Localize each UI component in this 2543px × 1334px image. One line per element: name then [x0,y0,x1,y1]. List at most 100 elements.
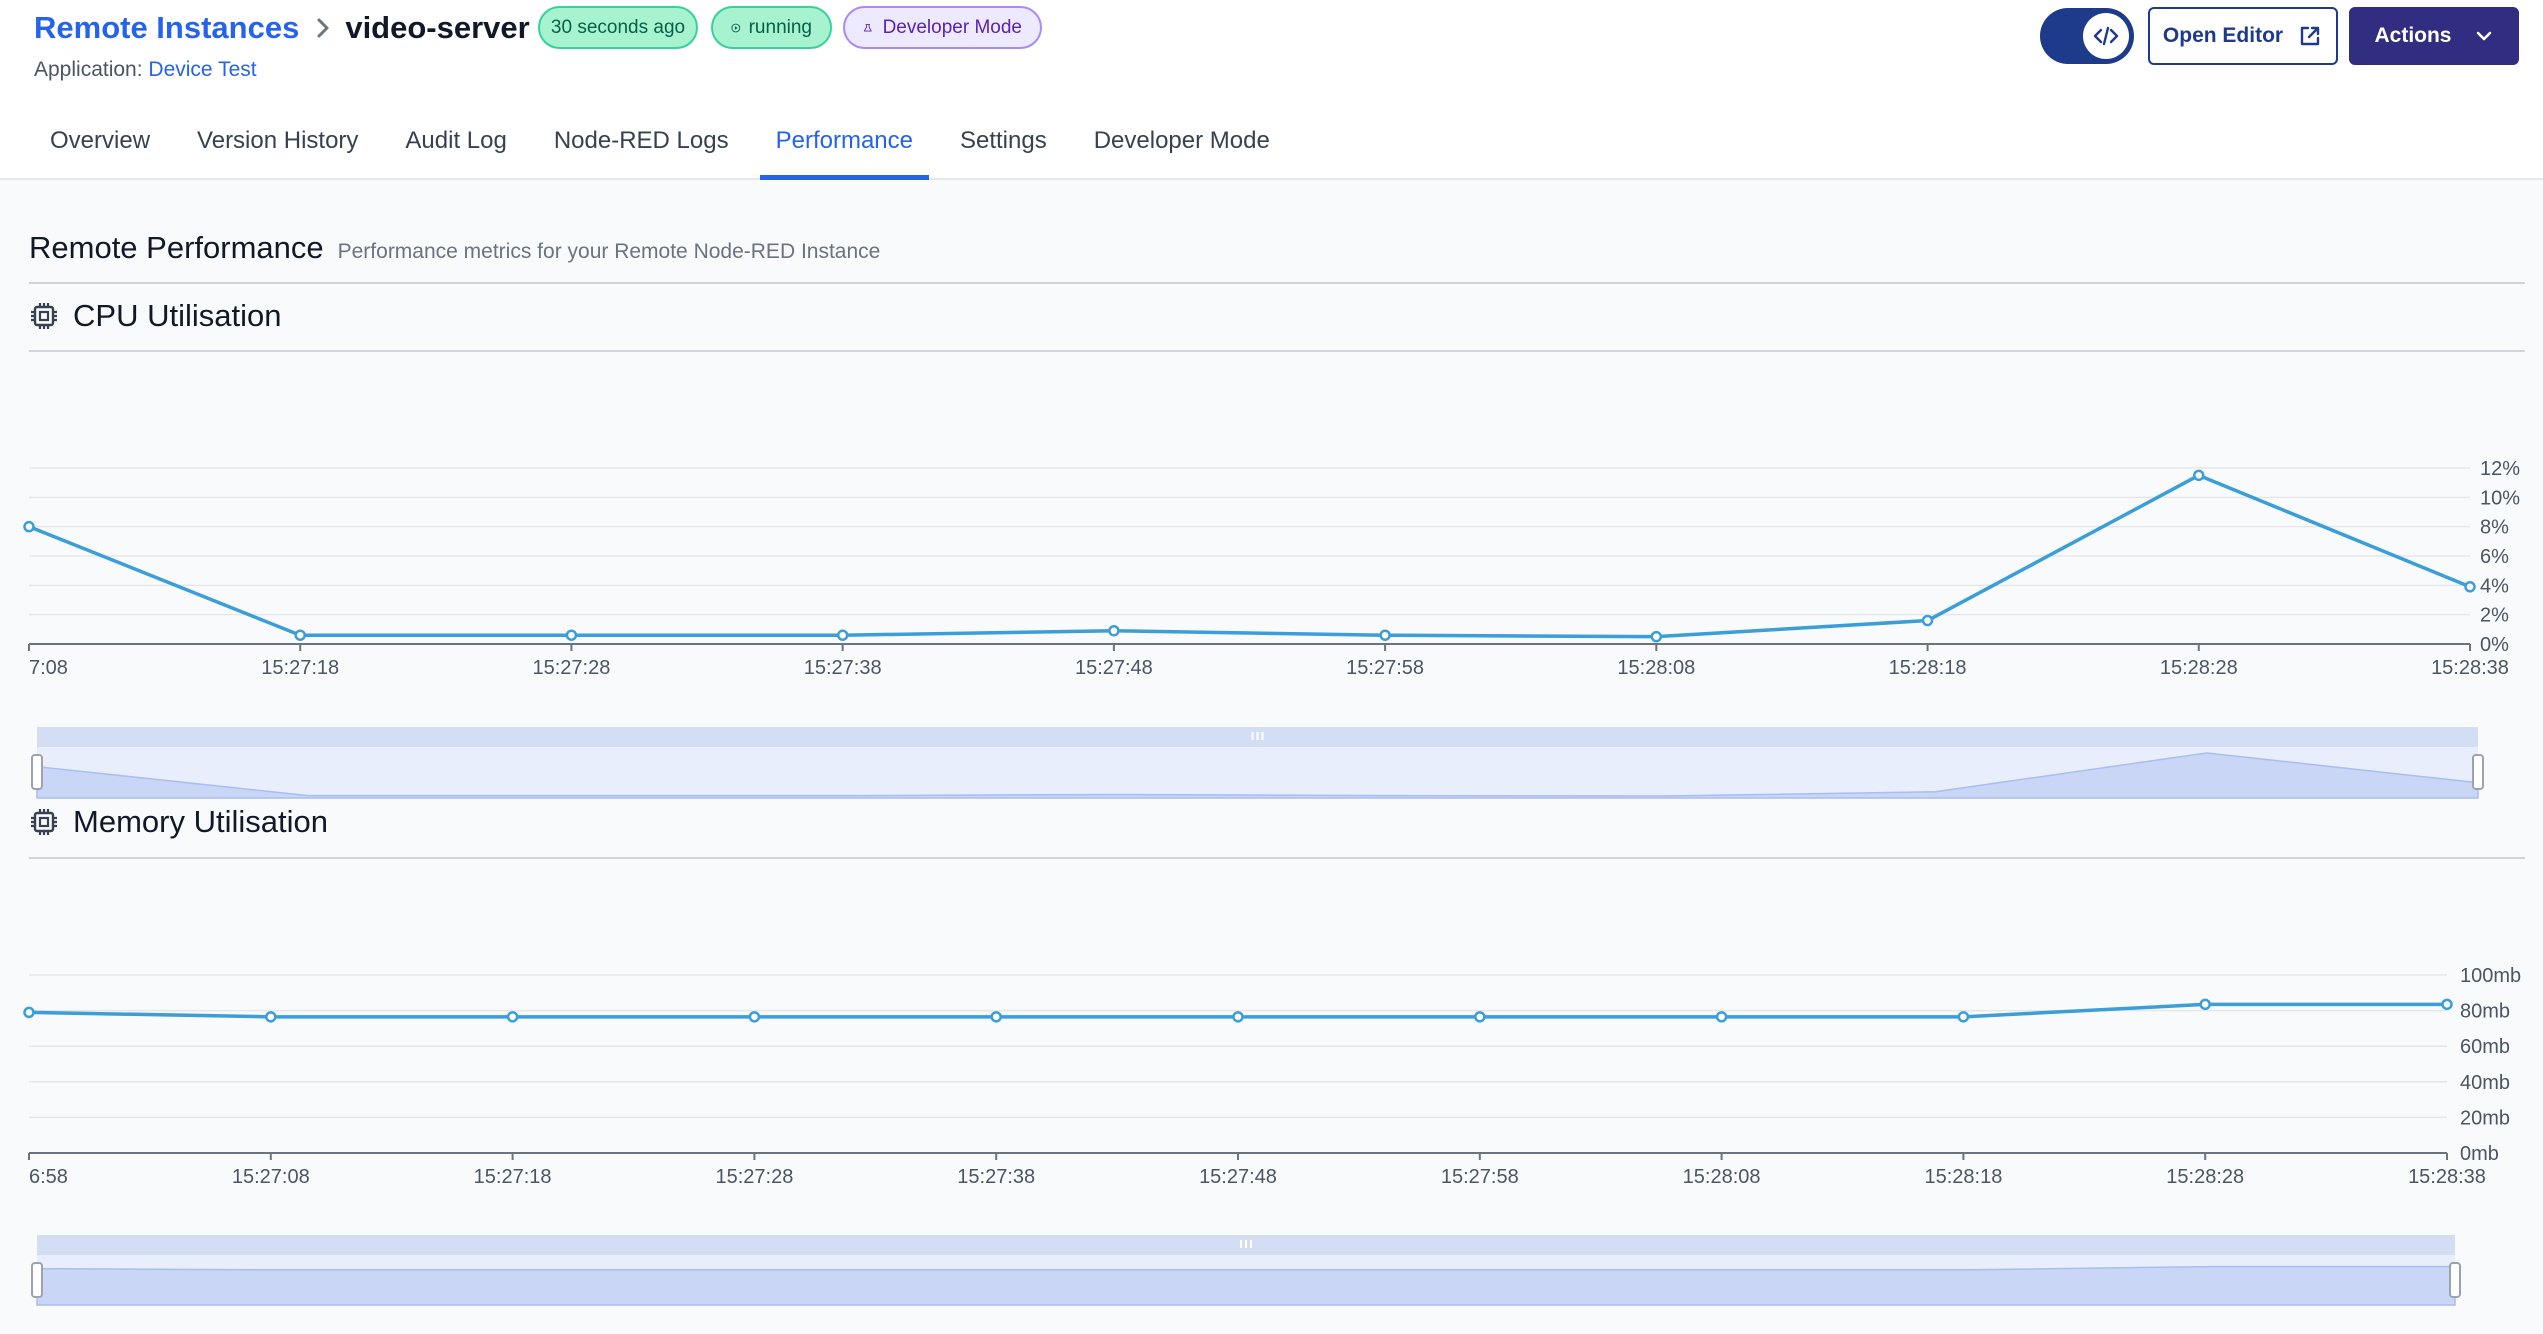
data-point[interactable] [748,1011,761,1023]
data-point[interactable] [565,629,578,641]
cpu-utilisation-chart[interactable]: 0% 2% 4% 6% 8% 10% 12% 7:08 15:27:18 15:27:28 15:2… [0,400,2543,840]
data-point[interactable] [1921,614,1934,627]
data-point[interactable] [1108,625,1120,637]
y-tick-label: 80mb [2460,1001,2510,1023]
x-tick-label: 15:27:38 [804,657,882,679]
chevron-down-icon [2476,31,2491,41]
x-tick-label: 15:28:18 [1924,1166,2002,1188]
x-tick-label: 15:27:58 [1346,657,1424,679]
cpu-chip-icon [31,809,57,835]
y-tick-label: 6% [2480,546,2509,568]
developer-mode-text: Developer Mode [882,16,1022,38]
tab-overview[interactable]: Overview [34,118,166,180]
section-divider [29,282,2525,284]
zoom-handle-right[interactable] [2472,754,2484,790]
data-point[interactable] [506,1011,519,1023]
cpu-chart-header: CPU Utilisation [29,298,281,334]
x-tick-label: 15:28:28 [2160,657,2238,679]
open-editor-label: Open Editor [2162,24,2284,47]
y-tick-label: 10% [2480,487,2520,509]
data-point[interactable] [990,1011,1002,1023]
x-tick-label: 15:27:58 [1441,1166,1519,1188]
x-tick-label: 15:28:18 [1889,657,1967,679]
x-tick-label: 15:27:48 [1199,1166,1277,1188]
data-point[interactable] [2199,998,2211,1011]
data-point[interactable] [2193,469,2205,482]
x-tick-label: 15:28:08 [1617,657,1695,679]
y-tick-label: 12% [2480,458,2520,480]
instance-name: video-server [345,10,530,45]
actions-dropdown-button[interactable]: Actions [2349,7,2519,65]
memory-chart-divider [29,857,2525,859]
data-point[interactable] [1650,630,1663,643]
tab-settings[interactable]: Settings [944,118,1063,180]
data-point[interactable] [294,629,306,641]
cpu-chart-title: CPU Utilisation [73,298,282,333]
memory-chart-header: Memory Utilisation [29,804,328,840]
code-bracket-icon [2093,26,2119,46]
data-point[interactable] [1232,1011,1244,1023]
data-point[interactable] [2441,998,2453,1011]
app-root: Remote Instances video-server 30 seconds… [0,0,2543,1334]
data-point[interactable] [1379,629,1391,641]
external-link-icon [2300,26,2320,46]
developer-mode-badge: Developer Mode [843,6,1042,49]
actions-label: Actions [2374,24,2452,47]
y-tick-label: 20mb [2460,1107,2510,1129]
breadcrumb: Remote Instances video-server [34,6,530,50]
data-point[interactable] [23,1006,35,1019]
tab-node-red-logs[interactable]: Node-RED Logs [538,118,745,180]
application-label: Application: [34,58,143,81]
x-tick-label: 15:28:08 [1683,1166,1761,1188]
x-tick-label: 15:27:18 [261,657,339,679]
y-tick-label: 2% [2480,605,2509,627]
data-point[interactable] [2464,581,2476,593]
breadcrumb-remote-instances-link[interactable]: Remote Instances [34,10,299,46]
tab-performance[interactable]: Performance [759,118,929,180]
page-title: Remote Performance [29,230,324,265]
tab-audit-log[interactable]: Audit Log [389,118,522,180]
memory-chart-title: Memory Utilisation [73,804,328,839]
y-tick-label: 4% [2480,575,2509,597]
x-tick-label: 15:27:48 [1075,657,1153,679]
zoom-handle-left[interactable] [31,754,43,790]
y-tick-label: 60mb [2460,1036,2510,1058]
cpu-chart-divider [29,350,2525,352]
y-tick-label: 8% [2480,517,2509,539]
data-point[interactable] [836,629,849,641]
last-seen-text: 30 seconds ago [550,16,686,38]
x-tick-label: 15:27:38 [957,1166,1035,1188]
zoom-preview-area [36,1265,2456,1306]
y-tick-label: 0mb [2460,1143,2499,1165]
toggle-knob [2083,13,2129,59]
x-tick-label: 15:28:28 [2166,1166,2244,1188]
play-circle-icon [731,23,741,32]
open-editor-button[interactable]: Open Editor [2148,7,2338,65]
memory-utilisation-chart[interactable]: 0mb 20mb 40mb 60mb 80mb 100mb 6:58 15:27:08 15:2… [0,909,2543,1334]
zoom-handle-left[interactable] [31,1262,43,1298]
y-tick-label: 100mb [2460,965,2521,987]
y-tick-label: 40mb [2460,1072,2510,1094]
data-point[interactable] [1715,1011,1728,1023]
status-badge: running [711,6,832,49]
cpu-chip-icon [31,303,57,329]
performance-section-header: Remote Performance Performance metrics f… [29,230,880,266]
x-tick-label: 15:28:38 [2408,1166,2486,1188]
developer-mode-toggle[interactable] [2040,8,2134,64]
tab-version-history[interactable]: Version History [181,118,374,180]
application-link[interactable]: Device Test [148,58,256,81]
zoom-handle-right[interactable] [2449,1262,2461,1298]
data-point[interactable] [23,520,35,533]
data-point[interactable] [1957,1011,1970,1023]
status-text: running [748,16,812,38]
x-tick-label: 15:27:08 [232,1166,310,1188]
data-point[interactable] [265,1011,277,1023]
instance-header: Remote Instances video-server 30 seconds… [0,0,2543,180]
y-tick-label: 0% [2480,634,2509,656]
instance-tabs: Overview Version History Audit Log Node-… [34,118,1301,180]
tab-developer-mode[interactable]: Developer Mode [1078,118,1286,180]
data-point[interactable] [1474,1011,1486,1023]
x-tick-label: 7:08 [29,657,68,679]
x-tick-label: 15:27:28 [533,657,611,679]
x-tick-label: 15:28:38 [2431,657,2509,679]
